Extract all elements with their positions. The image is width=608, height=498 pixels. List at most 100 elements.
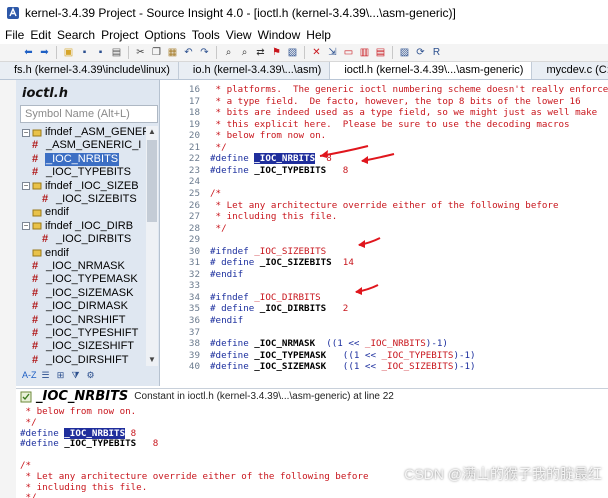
symbol-search-input[interactable] — [20, 105, 158, 123]
symbol-icon[interactable]: ✕ — [310, 46, 323, 59]
symbol-tree-item[interactable]: endif — [32, 206, 70, 219]
code-token: #define — [210, 361, 255, 373]
jump-icon[interactable]: ⇲ — [326, 46, 339, 59]
menu-project[interactable]: Project — [98, 28, 141, 42]
relation-icon[interactable]: ▨ — [398, 46, 411, 59]
tab-1[interactable]: io.h (kernel-3.4.39\...\asm) — [178, 62, 331, 79]
copy-icon[interactable]: ❐ — [150, 46, 163, 59]
source-insight-app-icon — [7, 7, 19, 19]
symbol-tree-label: ifndef _IOC_SIZEB — [45, 179, 139, 192]
cascade-icon[interactable]: ▤ — [374, 46, 387, 59]
symbol-tree-item[interactable]: endif — [32, 247, 70, 260]
symbol-tree-item[interactable]: # _IOC_DIRMASK — [32, 300, 129, 313]
code-line: 22 #define _IOC_NRBITS 8 — [170, 153, 332, 165]
menu-view[interactable]: View — [223, 28, 255, 42]
scroll-up-arrow-icon[interactable]: ▲ — [146, 126, 158, 138]
menu-tools[interactable]: Tools — [189, 28, 223, 42]
tab-2[interactable]: ioctl.h (kernel-3.4.39\...\asm-generic) — [330, 62, 533, 79]
code-token: _IOC_NRBITS — [64, 427, 126, 439]
filter-icon[interactable]: ⧩ — [70, 369, 82, 381]
code-token: _IOC_SIZEBITS — [259, 257, 332, 269]
menu-options[interactable]: Options — [141, 28, 188, 42]
symbol-tree-item[interactable]: # _ASM_GENERIC_I — [32, 139, 142, 152]
code-token: * platforms. The generic ioctl numbering… — [210, 84, 608, 95]
symbol-tree-item[interactable]: # _IOC_DIRBITS — [42, 233, 132, 246]
code-token: */ — [20, 492, 37, 498]
symbol-tree-item[interactable]: # _IOC_SIZEBITS — [42, 193, 138, 206]
collapse-toggle-icon[interactable]: − — [22, 222, 30, 231]
symbol-tree-item[interactable]: # _IOC_NRSHIFT — [32, 314, 126, 327]
code-line: 31 # define _IOC_SIZEBITS 14 — [170, 257, 354, 268]
code-token: ((1 << — [315, 338, 365, 350]
symbol-tree-item[interactable]: − ifndef _IOC_SIZEB — [22, 180, 140, 193]
menu-window[interactable]: Window — [255, 28, 304, 42]
menu-help[interactable]: Help — [303, 28, 334, 42]
symbol-tree-item[interactable]: # _IOC_SIZESHIFT — [32, 340, 135, 353]
symbol-tree-item[interactable]: # _IOC_NRBITS — [32, 152, 120, 166]
tile-icon[interactable]: ▥ — [358, 46, 371, 59]
symbol-tree-label: _IOC_TYPEBITS — [46, 166, 131, 179]
menu-file[interactable]: File — [2, 28, 27, 42]
symbol-tree-item[interactable]: − ifndef _ASM_GENER — [22, 126, 146, 139]
code-token: 8 — [136, 438, 159, 450]
symbol-tree-item[interactable]: # _IOC_TYPEBITS — [32, 166, 132, 179]
back-icon[interactable]: ⬅ — [22, 46, 35, 59]
save-icon[interactable]: ▪ — [78, 46, 91, 59]
line-number: 16 — [188, 84, 200, 95]
symbol-tree-item[interactable]: − ifndef _IOC_DIRB — [22, 220, 134, 233]
title-bar: kernel-3.4.39 Project - Source Insight 4… — [0, 0, 608, 26]
open-folder-icon[interactable]: ▣ — [62, 46, 75, 59]
code-editor[interactable]: 40 #define _IOC_SIZEMASK ((1 << _IOC_SIZE… — [170, 80, 608, 386]
cut-icon[interactable]: ✂ — [134, 46, 147, 59]
code-token: #define — [20, 427, 65, 439]
code-token: * Let any architecture override either o… — [20, 470, 369, 482]
context-code-line: */ — [20, 417, 37, 428]
code-line: 34 #ifndef _IOC_DIRBITS — [170, 292, 321, 303]
symbol-window: ioctl.h − ifndef _ASM_GENER # _ASM_GENERIC_… — [16, 80, 160, 386]
tab-3[interactable]: mycdev.c (C:\U — [532, 62, 608, 79]
code-token: ((1 << — [326, 361, 382, 373]
symbol-tree-item[interactable]: # _IOC_NRMASK — [32, 260, 126, 273]
find-icon[interactable]: ⌕ — [222, 46, 235, 59]
line-number: 18 — [188, 107, 200, 119]
code-line: 35 # define _IOC_DIRBITS 2 — [170, 303, 348, 314]
symbol-tree-scrollbar[interactable]: ▲ ▼ — [146, 126, 158, 366]
replace-icon[interactable]: ⇄ — [254, 46, 267, 59]
context-symbol-info: Constant in ioctl.h (kernel-3.4.39\...\a… — [134, 391, 394, 402]
sync-icon[interactable]: ⟳ — [414, 46, 427, 59]
symbol-tree-item[interactable]: # _IOC_SIZEMASK — [32, 287, 134, 300]
scrollbar-thumb[interactable] — [147, 140, 157, 222]
print-icon[interactable]: ▤ — [110, 46, 123, 59]
context-window[interactable]: */ * including this file. * Let any arch… — [16, 404, 608, 498]
collapse-toggle-icon[interactable]: − — [22, 128, 30, 137]
sort-az-button[interactable]: A-Z — [22, 369, 37, 381]
window-icon[interactable]: ▭ — [342, 46, 355, 59]
save-all-icon[interactable]: ▪ — [94, 46, 107, 59]
paste-icon[interactable]: ▦ — [166, 46, 179, 59]
browse-icon[interactable]: ▧ — [286, 46, 299, 59]
symbol-tree-item[interactable]: # _IOC_TYPEMASK — [32, 273, 139, 286]
symbol-tree-item[interactable]: # _IOC_DIRSHIFT — [32, 354, 130, 366]
bookmark-icon[interactable]: ⚑ — [270, 46, 283, 59]
settings-icon[interactable]: ⚙ — [85, 369, 97, 381]
context-code-line: /* — [20, 460, 31, 471]
tree-icon[interactable]: ⊞ — [55, 369, 67, 381]
menu-search[interactable]: Search — [54, 28, 98, 42]
code-token: #endif — [210, 315, 244, 326]
undo-icon[interactable]: ↶ — [182, 46, 195, 59]
forward-icon[interactable]: ➡ — [38, 46, 51, 59]
symbol-tree-item[interactable]: # _IOC_TYPESHIFT — [32, 327, 139, 340]
find-next-icon[interactable]: ⌕ — [238, 46, 251, 59]
reload-icon[interactable]: R — [430, 46, 443, 59]
menu-edit[interactable]: Edit — [27, 28, 54, 42]
code-token: _IOC_SIZEMASK — [254, 361, 327, 373]
line-number: 39 — [188, 349, 200, 361]
collapse-toggle-icon[interactable]: − — [22, 182, 30, 191]
scroll-down-arrow-icon[interactable]: ▼ — [146, 354, 158, 366]
symbol-tree-label: endif — [45, 246, 69, 259]
code-token: #ifndef — [210, 245, 255, 257]
redo-icon[interactable]: ↷ — [198, 46, 211, 59]
list-icon[interactable]: ☰ — [40, 369, 52, 381]
tab-0[interactable]: fs.h (kernel-3.4.39\include\linux) — [0, 62, 179, 79]
code-line: 38 #define _IOC_NRMASK ((1 << _IOC_NRBITS… — [170, 338, 448, 349]
